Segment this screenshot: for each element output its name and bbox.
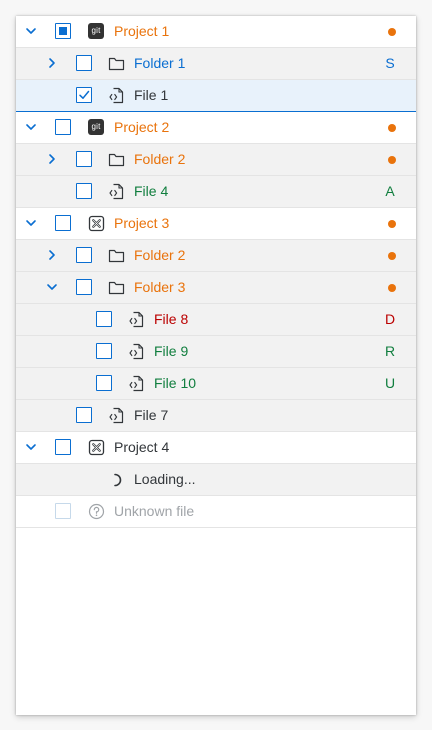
tree-row-folder-2[interactable]: Folder 2 (16, 144, 416, 176)
tree-row-file-10[interactable]: File 10 U (16, 368, 416, 400)
tree-label-project-2: Project 2 (114, 119, 170, 135)
chevron-down-icon[interactable] (24, 440, 38, 454)
folder-icon (108, 55, 125, 72)
chevron-down-icon[interactable] (24, 216, 38, 230)
git-status-badge: D (384, 311, 396, 327)
modified-dot-icon (388, 156, 396, 164)
modified-dot-icon (388, 28, 396, 36)
tree-row-project-2[interactable]: git Project 2 (16, 112, 416, 144)
checkbox-file-1-checked[interactable] (76, 87, 92, 103)
modified-dot-icon (388, 284, 396, 292)
git-status-badge: A (385, 183, 395, 199)
question-mark-icon (88, 503, 105, 520)
modified-dot-icon (388, 220, 396, 228)
chevron-down-icon[interactable] (24, 24, 38, 38)
tree-label-file-10: File 10 (154, 375, 197, 391)
git-icon: git (88, 23, 104, 39)
tree-row-project-1[interactable]: git Project 1 (16, 16, 416, 48)
tree-label-folder-2-b: Folder 2 (134, 247, 186, 263)
file-code-icon (128, 375, 145, 392)
checkbox-project-4[interactable] (55, 439, 71, 455)
git-status-badge: R (384, 343, 396, 359)
file-code-icon (108, 87, 125, 104)
tree-row-file-9[interactable]: File 9 R (16, 336, 416, 368)
checkbox-file-9[interactable] (96, 343, 112, 359)
checkbox-file-10[interactable] (96, 375, 112, 391)
no-repo-icon (88, 439, 105, 456)
file-tree-panel: git Project 1 Folder 1 S File 1 git Proj… (16, 16, 416, 715)
tree-label-file-9: File 9 (154, 343, 189, 359)
tree-label-folder-1: Folder 1 (134, 55, 186, 71)
checkbox-project-2[interactable] (55, 119, 71, 135)
checkbox-folder-2-b[interactable] (76, 247, 92, 263)
modified-dot-icon (388, 124, 396, 132)
checkbox-file-4[interactable] (76, 183, 92, 199)
checkbox-folder-1[interactable] (76, 55, 92, 71)
checkbox-unknown-file-disabled (55, 503, 71, 519)
git-status-badge: U (384, 375, 396, 391)
tree-row-file-7[interactable]: File 7 (16, 400, 416, 432)
folder-icon (108, 151, 125, 168)
tree-row-folder-3[interactable]: Folder 3 (16, 272, 416, 304)
tree-row-unknown-file: Unknown file (16, 496, 416, 528)
tree-label-file-8: File 8 (154, 311, 189, 327)
no-repo-icon (88, 215, 105, 232)
file-code-icon (128, 311, 145, 328)
file-code-icon (128, 343, 145, 360)
git-icon: git (88, 119, 104, 135)
tree-row-project-3[interactable]: Project 3 (16, 208, 416, 240)
chevron-right-icon[interactable] (45, 56, 59, 70)
tree-label-file-1: File 1 (134, 87, 169, 103)
tree-row-file-8[interactable]: File 8 D (16, 304, 416, 336)
tree-row-file-1[interactable]: File 1 (16, 80, 416, 112)
tree-label-project-4: Project 4 (114, 439, 170, 455)
tree-label-folder-2: Folder 2 (134, 151, 186, 167)
chevron-right-icon[interactable] (45, 152, 59, 166)
checkbox-file-7[interactable] (76, 407, 92, 423)
tree-label-folder-3: Folder 3 (134, 279, 186, 295)
tree-label-project-1: Project 1 (114, 23, 170, 39)
spinner-icon (108, 473, 122, 487)
chevron-right-icon[interactable] (45, 248, 59, 262)
checkbox-file-8[interactable] (96, 311, 112, 327)
tree-row-project-4[interactable]: Project 4 (16, 432, 416, 464)
tree-label-file-4: File 4 (134, 183, 169, 199)
checkbox-folder-3[interactable] (76, 279, 92, 295)
tree-row-file-4[interactable]: File 4 A (16, 176, 416, 208)
chevron-down-icon[interactable] (45, 280, 59, 294)
tree-label-file-7: File 7 (134, 407, 169, 423)
folder-icon (108, 279, 125, 296)
loading-label: Loading... (134, 471, 196, 487)
tree-row-folder-1[interactable]: Folder 1 S (16, 48, 416, 80)
git-status-badge: S (385, 55, 395, 71)
tree-row-folder-2-b[interactable]: Folder 2 (16, 240, 416, 272)
checkbox-project-1-partial[interactable] (55, 23, 71, 39)
checkbox-project-3[interactable] (55, 215, 71, 231)
tree-label-project-3: Project 3 (114, 215, 170, 231)
chevron-down-icon[interactable] (24, 120, 38, 134)
tree-label-unknown-file: Unknown file (114, 503, 195, 519)
tree-row-loading: Loading... (16, 464, 416, 496)
folder-icon (108, 247, 125, 264)
file-code-icon (108, 407, 125, 424)
file-code-icon (108, 183, 125, 200)
checkbox-folder-2[interactable] (76, 151, 92, 167)
modified-dot-icon (388, 252, 396, 260)
